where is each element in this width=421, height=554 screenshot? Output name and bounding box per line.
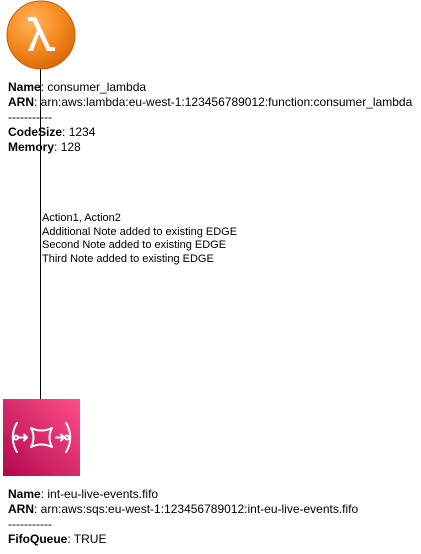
sqs-arn-value: arn:aws:sqs:eu-west-1:123456789012:int-e… [40, 502, 359, 516]
lambda-separator: ----------- [8, 110, 52, 124]
sqs-fifoqueue-key: FifoQueue [8, 532, 68, 546]
lambda-arn-row: ARN: arn:aws:lambda:eu-west-1:1234567890… [8, 95, 413, 109]
lambda-codesize-key: CodeSize [8, 125, 63, 139]
sqs-separator: ----------- [8, 517, 52, 531]
lambda-icon [6, 0, 76, 70]
sqs-name-value: int-eu-live-events.fifo [47, 487, 159, 501]
lambda-memory-row: Memory: 128 [8, 140, 81, 154]
lambda-name-row: Name: consumer_lambda [8, 80, 147, 94]
lambda-arn-value: arn:aws:lambda:eu-west-1:123456789012:fu… [40, 95, 413, 109]
lambda-name-value: consumer_lambda [47, 80, 147, 94]
lambda-codesize-row: CodeSize: 1234 [8, 125, 96, 139]
lambda-details: Name: consumer_lambda ARN: arn:aws:lambd… [8, 80, 412, 155]
sqs-name-row: Name: int-eu-live-events.fifo [8, 487, 159, 501]
sqs-arn-row: ARN: arn:aws:sqs:eu-west-1:123456789012:… [8, 502, 359, 516]
sqs-details: Name: int-eu-live-events.fifo ARN: arn:a… [8, 487, 358, 547]
lambda-node[interactable] [4, 0, 78, 72]
lambda-codesize-value: 1234 [68, 125, 96, 139]
lambda-memory-value: 128 [60, 140, 81, 154]
sqs-arn-key: ARN [8, 502, 34, 516]
sqs-node[interactable] [3, 399, 80, 476]
lambda-name-key: Name [8, 80, 41, 94]
edge-label-actions: Action1, Action2 [42, 212, 121, 224]
edge-label: Action1, Action2 Additional Note added t… [42, 212, 237, 266]
edge-note-1: Additional Note added to existing EDGE [42, 225, 238, 238]
sqs-icon [3, 399, 80, 476]
sqs-fifoqueue-row: FifoQueue: TRUE [8, 532, 107, 546]
lambda-memory-key: Memory [8, 140, 55, 154]
sqs-fifoqueue-value: TRUE [73, 532, 107, 546]
edge-note-2: Second Note added to existing EDGE [42, 239, 227, 251]
edge-note-3: Third Note added to existing EDGE [42, 252, 214, 265]
sqs-name-key: Name [8, 487, 41, 501]
lambda-arn-key: ARN [8, 95, 34, 109]
